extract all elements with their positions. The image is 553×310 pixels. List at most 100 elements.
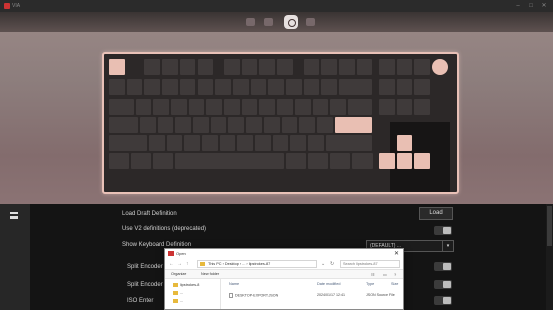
key[interactable] — [396, 59, 413, 75]
key[interactable] — [396, 153, 413, 169]
settings-scrollbar[interactable] — [546, 204, 553, 310]
forward-arrow-icon[interactable]: → — [177, 261, 182, 267]
key[interactable] — [339, 79, 373, 95]
key[interactable] — [356, 59, 373, 75]
key[interactable] — [126, 79, 143, 95]
key[interactable] — [378, 99, 395, 115]
close-icon[interactable]: ✕ — [539, 2, 549, 10]
toggle-split-encoder-1[interactable] — [434, 262, 452, 271]
key[interactable] — [228, 117, 245, 133]
key[interactable] — [277, 59, 293, 75]
column-header-date[interactable]: Date modified — [317, 282, 340, 286]
key[interactable] — [109, 59, 125, 75]
key[interactable] — [157, 117, 174, 133]
organize-button[interactable]: Organize — [171, 272, 186, 276]
key[interactable] — [139, 117, 156, 133]
key[interactable] — [396, 99, 413, 115]
load-button[interactable]: Load — [419, 207, 453, 220]
minimize-icon[interactable]: – — [513, 2, 523, 10]
key[interactable] — [347, 99, 373, 115]
key[interactable] — [215, 79, 231, 95]
key[interactable] — [219, 135, 236, 151]
key[interactable] — [378, 59, 395, 75]
key[interactable] — [312, 99, 329, 115]
maximize-icon[interactable]: □ — [526, 2, 536, 10]
key[interactable] — [321, 59, 338, 75]
key[interactable] — [170, 99, 187, 115]
scrollbar-thumb[interactable] — [547, 206, 552, 246]
key[interactable] — [286, 79, 302, 95]
tree-item[interactable]: ... — [173, 299, 183, 303]
key[interactable] — [193, 117, 209, 133]
key[interactable] — [414, 153, 430, 169]
key[interactable] — [303, 59, 320, 75]
tree-item[interactable]: ... — [173, 291, 183, 295]
key[interactable] — [330, 153, 351, 169]
key[interactable] — [162, 79, 178, 95]
key[interactable] — [308, 153, 329, 169]
key[interactable] — [330, 99, 346, 115]
column-header-name[interactable]: Name — [229, 282, 239, 286]
key[interactable] — [109, 99, 134, 115]
key[interactable] — [290, 135, 307, 151]
toggle-v2-definitions[interactable] — [434, 226, 452, 235]
key[interactable] — [206, 99, 223, 115]
column-header-size[interactable]: Size — [391, 282, 398, 286]
path-segment-3[interactable]: ... — [242, 262, 245, 266]
key[interactable] — [308, 135, 324, 151]
key[interactable] — [135, 99, 152, 115]
key[interactable] — [259, 99, 276, 115]
key[interactable] — [316, 117, 333, 133]
key[interactable] — [246, 117, 262, 133]
nav-settings-icon[interactable] — [306, 18, 315, 26]
key[interactable] — [197, 59, 214, 75]
key[interactable] — [277, 99, 293, 115]
tree-item[interactable]: lipstrokes-8 — [173, 283, 199, 287]
path-segment-1[interactable]: This PC — [208, 262, 222, 266]
key[interactable] — [396, 79, 413, 95]
key[interactable] — [414, 79, 430, 95]
key[interactable] — [109, 117, 138, 133]
preview-pane-icon[interactable]: ▭ — [383, 272, 387, 277]
key[interactable] — [144, 59, 161, 75]
key[interactable] — [294, 99, 311, 115]
toggle-split-encoder-2[interactable] — [434, 280, 452, 289]
key[interactable] — [131, 153, 152, 169]
view-options-icon[interactable]: ☷ — [371, 272, 375, 277]
key[interactable] — [378, 79, 395, 95]
rotary-knob[interactable] — [432, 59, 448, 75]
key[interactable] — [286, 153, 307, 169]
key[interactable] — [272, 135, 289, 151]
key[interactable] — [109, 153, 130, 169]
key[interactable] — [250, 79, 267, 95]
key[interactable] — [396, 135, 413, 151]
nav-configure-icon[interactable] — [246, 18, 255, 26]
key[interactable] — [201, 135, 218, 151]
key[interactable] — [232, 79, 249, 95]
key[interactable] — [188, 99, 205, 115]
dialog-close-icon[interactable]: ✕ — [394, 250, 399, 257]
file-row[interactable]: DESKTOP-EXPORT.JSON 2024/01/17 12:41 JSO… — [225, 293, 401, 300]
help-icon[interactable]: ? — [394, 272, 396, 277]
key[interactable] — [259, 59, 276, 75]
key[interactable] — [237, 135, 253, 151]
key[interactable] — [255, 135, 271, 151]
nav-design-icon[interactable] — [284, 15, 298, 29]
key[interactable] — [321, 79, 338, 95]
key[interactable] — [197, 79, 214, 95]
up-arrow-icon[interactable]: ↑ — [186, 261, 189, 267]
key[interactable] — [268, 79, 284, 95]
key[interactable] — [148, 135, 165, 151]
key[interactable] — [224, 99, 240, 115]
new-folder-button[interactable]: New folder — [201, 272, 219, 276]
key[interactable] — [153, 99, 169, 115]
path-segment-4[interactable]: lipstrokes-87 — [249, 262, 271, 266]
key[interactable] — [241, 99, 258, 115]
key[interactable] — [210, 117, 227, 133]
path-segment-2[interactable]: Desktop — [225, 262, 239, 266]
key[interactable] — [179, 59, 196, 75]
key[interactable] — [166, 135, 183, 151]
key[interactable] — [339, 59, 355, 75]
key[interactable] — [109, 79, 125, 95]
key[interactable] — [325, 135, 373, 151]
